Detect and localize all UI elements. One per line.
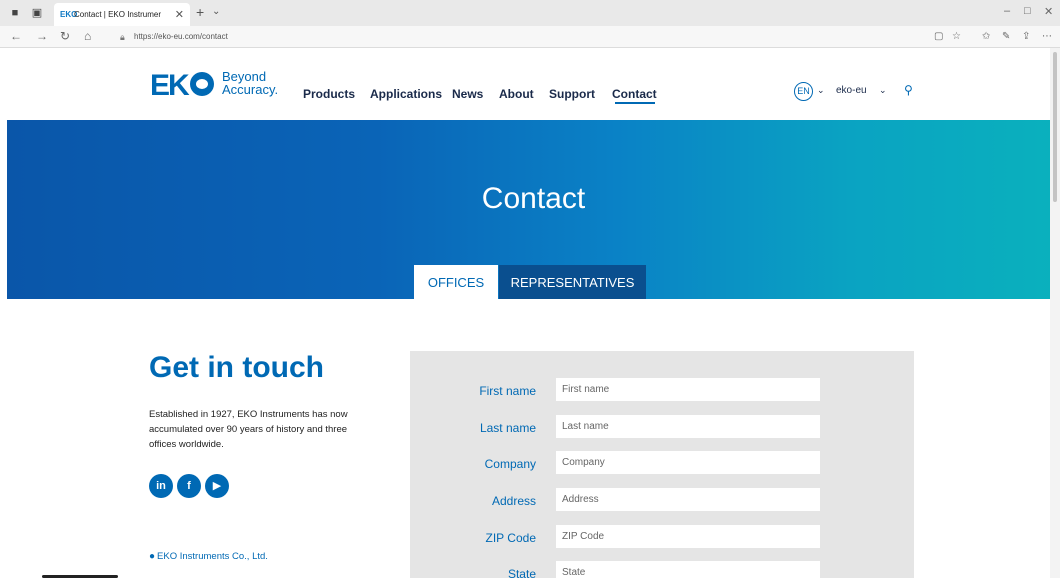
- form-row-state: State: [410, 561, 914, 585]
- chevron-down-icon[interactable]: ⌄: [212, 6, 220, 17]
- nav-products[interactable]: Products: [303, 87, 355, 101]
- nav-news[interactable]: News: [452, 87, 483, 101]
- reader-view-icon[interactable]: ▢: [934, 31, 943, 42]
- new-tab-plus-icon[interactable]: +: [196, 4, 204, 20]
- company-field[interactable]: [556, 451, 820, 474]
- chevron-down-icon[interactable]: ⌄: [879, 85, 887, 96]
- zip-code-label: ZIP Code: [485, 531, 536, 545]
- region-selector[interactable]: eko-eu: [836, 85, 867, 96]
- section-heading: Get in touch: [149, 351, 324, 384]
- share-icon[interactable]: ⇪: [1022, 31, 1030, 42]
- facebook-icon[interactable]: f: [177, 474, 201, 498]
- office-link[interactable]: ● EKO Instruments Co., Ltd.: [149, 551, 268, 562]
- page-title: Contact: [481, 182, 586, 215]
- last-name-label: Last name: [479, 421, 536, 435]
- close-icon[interactable]: ✕: [175, 8, 184, 21]
- form-row-zip: ZIP Code: [410, 525, 914, 549]
- url-input[interactable]: 🔒︎ https://eko-eu.com/contact: [112, 29, 952, 45]
- nav-about[interactable]: About: [499, 87, 534, 101]
- form-row-company: Company: [410, 451, 914, 475]
- lock-icon: 🔒︎: [120, 32, 125, 42]
- address-label: Address: [491, 494, 536, 508]
- logo-text: EK: [150, 69, 190, 102]
- company-label: Company: [484, 457, 536, 471]
- scrollbar-thumb[interactable]: [1053, 52, 1057, 202]
- site-header: EK Beyond Accuracy. Products Application…: [0, 48, 1060, 120]
- favorites-list-icon[interactable]: ✩: [982, 31, 990, 42]
- first-name-field[interactable]: [556, 378, 820, 401]
- youtube-icon[interactable]: ▶: [205, 474, 229, 498]
- page-scrollbar[interactable]: [1050, 48, 1060, 578]
- maximize-icon[interactable]: □: [1024, 5, 1031, 17]
- state-label: State: [507, 567, 536, 581]
- map-pin-icon: ●: [149, 551, 156, 562]
- refresh-icon[interactable]: ↻: [60, 29, 70, 43]
- tagline: Beyond Accuracy.: [222, 70, 278, 96]
- tab-offices[interactable]: OFFICES: [414, 265, 498, 299]
- language-selector[interactable]: EN: [794, 82, 813, 101]
- nav-contact[interactable]: Contact: [612, 87, 657, 101]
- logo-o-mark: [190, 72, 214, 96]
- browser-tab-bar: ■ ▣ EKO Contact | EKO Instrumer ✕ + ⌄ – …: [0, 0, 1060, 26]
- form-row-last-name: Last name: [410, 415, 914, 439]
- home-icon[interactable]: ⌂: [84, 29, 91, 43]
- office-name: EKO Instruments Co., Ltd.: [157, 551, 268, 562]
- search-icon[interactable]: ⚲: [904, 83, 913, 97]
- tab-representatives[interactable]: REPRESENTATIVES: [499, 265, 646, 299]
- form-row-address: Address: [410, 488, 914, 512]
- zip-code-field[interactable]: [556, 525, 820, 548]
- favorite-star-icon[interactable]: ☆: [952, 31, 961, 42]
- intro-text: Established in 1927, EKO Instruments has…: [149, 409, 348, 450]
- nav-applications[interactable]: Applications: [370, 87, 442, 101]
- tab-title: Contact | EKO Instrumer: [74, 10, 161, 19]
- more-icon[interactable]: ⋯: [1042, 31, 1052, 42]
- nav-active-underline: [615, 102, 655, 104]
- arrow-left-icon[interactable]: ←: [10, 29, 22, 43]
- minimize-icon[interactable]: –: [1004, 5, 1010, 17]
- tab-actions-icon[interactable]: ▣: [30, 6, 44, 20]
- linkedin-icon[interactable]: in: [149, 474, 173, 498]
- window-close-icon[interactable]: ✕: [1044, 5, 1053, 18]
- browser-app-icon[interactable]: ■: [8, 6, 22, 20]
- form-row-first-name: First name: [410, 378, 914, 402]
- tagline-line-2: Accuracy.: [222, 82, 279, 97]
- first-name-label: First name: [479, 384, 536, 398]
- address-field[interactable]: [556, 488, 820, 511]
- arrow-right-icon[interactable]: →: [36, 29, 48, 43]
- address-bar-row: ← → ↻ ⌂ 🔒︎ https://eko-eu.com/contact ▢ …: [0, 26, 1060, 48]
- last-name-field[interactable]: [556, 415, 820, 438]
- browser-tab[interactable]: EKO Contact | EKO Instrumer ✕: [54, 3, 190, 26]
- chevron-down-icon[interactable]: ⌄: [817, 85, 825, 96]
- state-field[interactable]: [556, 561, 820, 584]
- contact-form: First name Last name Company Address ZIP…: [410, 351, 914, 584]
- url-text: https://eko-eu.com/contact: [134, 32, 228, 41]
- pen-icon[interactable]: ✎: [1002, 31, 1010, 42]
- nav-support[interactable]: Support: [549, 87, 595, 101]
